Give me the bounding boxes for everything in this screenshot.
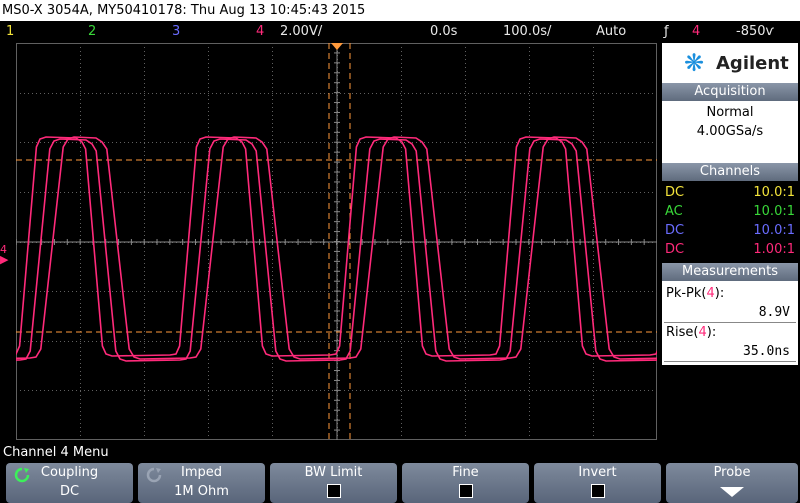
agilent-spark-icon: ❋ <box>683 49 705 77</box>
time-offset: 0.0s <box>430 24 458 39</box>
channel-1-probe: 10.0:1 <box>753 185 795 200</box>
window-title: MS0-X 3054A, MY50410178: Thu Aug 13 10:4… <box>0 0 800 21</box>
acquisition-rate: 4.00GSa/s <box>696 124 764 139</box>
side-panel: ❋ Agilent Acquisition Normal 4.00GSa/s C… <box>660 43 800 443</box>
acquisition-panel: Normal 4.00GSa/s <box>662 101 798 163</box>
brand-logo: ❋ Agilent <box>662 43 798 83</box>
fine-softkey[interactable]: Fine <box>402 463 529 503</box>
channel-1-indicator[interactable]: 1 <box>6 21 14 43</box>
coupling-softkey[interactable]: Coupling DC <box>6 463 133 503</box>
rise-label-suffix: ): <box>706 325 717 340</box>
channel-3-indicator[interactable]: 3 <box>172 21 180 43</box>
menu-title: Channel 4 Menu <box>0 443 660 462</box>
pkpk-label-text: Pk-Pk( <box>666 286 707 301</box>
pkpk-channel: 4 <box>706 286 715 301</box>
invert-label: Invert <box>578 465 617 480</box>
graticule <box>16 43 657 440</box>
bw-limit-checkbox[interactable] <box>326 484 341 498</box>
measurements-header: Measurements <box>662 263 798 281</box>
channel-4-coupling: DC <box>665 242 685 257</box>
bw-limit-label: BW Limit <box>304 465 363 480</box>
measurement-pkpk-value: 8.9V <box>664 303 796 323</box>
channel-2-indicator[interactable]: 2 <box>88 21 96 43</box>
channel-3-coupling: DC <box>665 223 685 238</box>
timebase: 100.0ѕ/ <box>503 24 552 39</box>
coupling-value: DC <box>59 484 80 499</box>
imped-value: 1M Ohm <box>174 484 229 499</box>
trigger-level: -850ѵ <box>736 24 775 39</box>
measurement-rise-value: 35.0ns <box>664 342 796 362</box>
fine-checkbox[interactable] <box>458 484 473 498</box>
rotate-icon <box>14 467 30 483</box>
pkpk-label-suffix: ): <box>714 286 725 301</box>
channels-panel: DC 10.0:1 AC 10.0:1 DC 10.0:1 DC 1.00:1 <box>662 181 798 261</box>
probe-label: Probe <box>713 465 751 480</box>
measurement-pkpk-label: Pk-Pk(4): <box>662 284 798 303</box>
measurements-panel: Pk-Pk(4): 8.9V Rise(4): 35.0ns <box>662 281 798 365</box>
rise-label-text: Rise( <box>666 325 699 340</box>
channel-2-row[interactable]: AC 10.0:1 <box>662 202 798 221</box>
rotate-icon <box>146 467 162 483</box>
waveform-display[interactable] <box>16 43 657 440</box>
trigger-mode: Auto <box>596 24 627 39</box>
channel-4-indicator[interactable]: 4 <box>256 21 264 43</box>
channel-4-marker-label: 4 <box>0 243 7 256</box>
probe-softkey[interactable]: Probe <box>666 463 798 503</box>
bw-limit-softkey[interactable]: BW Limit <box>270 463 397 503</box>
channels-header: Channels <box>662 163 798 181</box>
rise-channel: 4 <box>698 325 707 340</box>
acquisition-header: Acquisition <box>662 83 798 101</box>
vertical-scale: 2.00V/ <box>280 24 323 39</box>
channel-4-probe: 1.00:1 <box>753 242 795 257</box>
channel-3-probe: 10.0:1 <box>753 223 795 238</box>
trigger-edge-icon: ƒ <box>664 24 669 39</box>
imped-softkey[interactable]: Imped 1M Ohm <box>138 463 265 503</box>
channel-1-coupling: DC <box>665 185 685 200</box>
acquisition-mode: Normal <box>706 105 754 120</box>
channel-4-row[interactable]: DC 1.00:1 <box>662 240 798 259</box>
trigger-source: 4 <box>692 24 701 39</box>
invert-checkbox[interactable] <box>590 484 605 498</box>
trigger-position-marker <box>331 43 343 50</box>
fine-label: Fine <box>452 465 479 480</box>
down-arrow-icon <box>720 487 744 497</box>
channel-status-bar: 1 2 3 4 2.00V/ 0.0s 100.0ѕ/ Auto ƒ 4 -85… <box>0 21 800 43</box>
softkey-bar: Coupling DC Imped 1M Ohm BW Limit Fine I… <box>0 462 800 503</box>
invert-softkey[interactable]: Invert <box>534 463 661 503</box>
brand-name: Agilent <box>716 52 789 74</box>
channel-3-row[interactable]: DC 10.0:1 <box>662 221 798 240</box>
channel-4-ground-marker[interactable]: 4 ▶ <box>0 243 16 265</box>
channel-1-row[interactable]: DC 10.0:1 <box>662 183 798 202</box>
channel-2-probe: 10.0:1 <box>753 204 795 219</box>
measurement-rise-label: Rise(4): <box>662 323 798 342</box>
channel-2-coupling: AC <box>665 204 683 219</box>
